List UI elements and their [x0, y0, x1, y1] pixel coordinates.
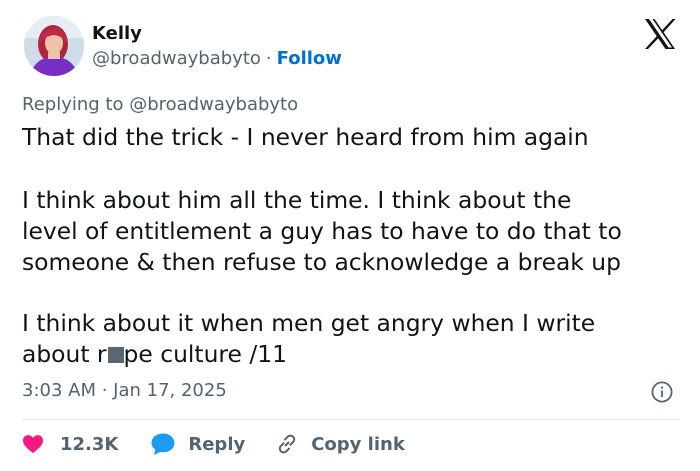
tweet-text-line: I think about him all the time. I think …: [22, 186, 572, 214]
handle-separator: ·: [265, 48, 272, 69]
tweet-text-line: someone & then refuse to acknowledge a b…: [22, 248, 621, 276]
copy-link-button[interactable]: Copy link: [275, 432, 405, 456]
x-logo-icon[interactable]: [643, 18, 677, 50]
replying-to-prefix: Replying to: [22, 94, 124, 115]
like-count: 12.3K: [60, 433, 119, 455]
avatar-photo: [24, 16, 84, 76]
tweet-timestamp[interactable]: 3:03 AM · Jan 17, 2025: [22, 379, 227, 403]
author-handle[interactable]: @broadwaybabyto: [92, 48, 261, 69]
censor-block: [107, 347, 124, 363]
author-name[interactable]: Kelly: [92, 22, 142, 46]
info-icon[interactable]: [651, 381, 673, 403]
link-icon: [279, 434, 296, 454]
heart-icon: [23, 435, 43, 454]
reply-button[interactable]: Reply: [150, 432, 245, 456]
copy-link-label: Copy link: [311, 433, 405, 455]
tweet-text-fragment: pe culture /11: [123, 340, 287, 368]
author-meta: @broadwaybabyto · Follow: [92, 47, 342, 71]
follow-button[interactable]: Follow: [277, 48, 342, 69]
tweet-text-line: level of entitlement a guy has to have t…: [22, 217, 622, 245]
tweet-text-line: about r pe culture /11: [22, 339, 287, 370]
action-bar: 12.3K Reply Copy link: [22, 431, 405, 457]
avatar[interactable]: [24, 16, 84, 76]
tweet-text-line: That did the trick - I never heard from …: [22, 123, 589, 151]
tweet-text-fragment: about r: [22, 340, 107, 368]
replying-to: Replying to @broadwaybabyto: [22, 93, 298, 117]
reply-label: Reply: [188, 433, 246, 455]
tweet-embed: Kelly @broadwaybabyto · Follow Replying to…: [0, 0, 700, 471]
reply-bubble-icon: [151, 433, 175, 455]
replying-to-mention[interactable]: @broadwaybabyto: [129, 94, 298, 115]
like-button[interactable]: 12.3K: [22, 434, 118, 455]
divider: [22, 419, 679, 420]
tweet-text-line: I think about it when men get angry when…: [22, 309, 596, 337]
